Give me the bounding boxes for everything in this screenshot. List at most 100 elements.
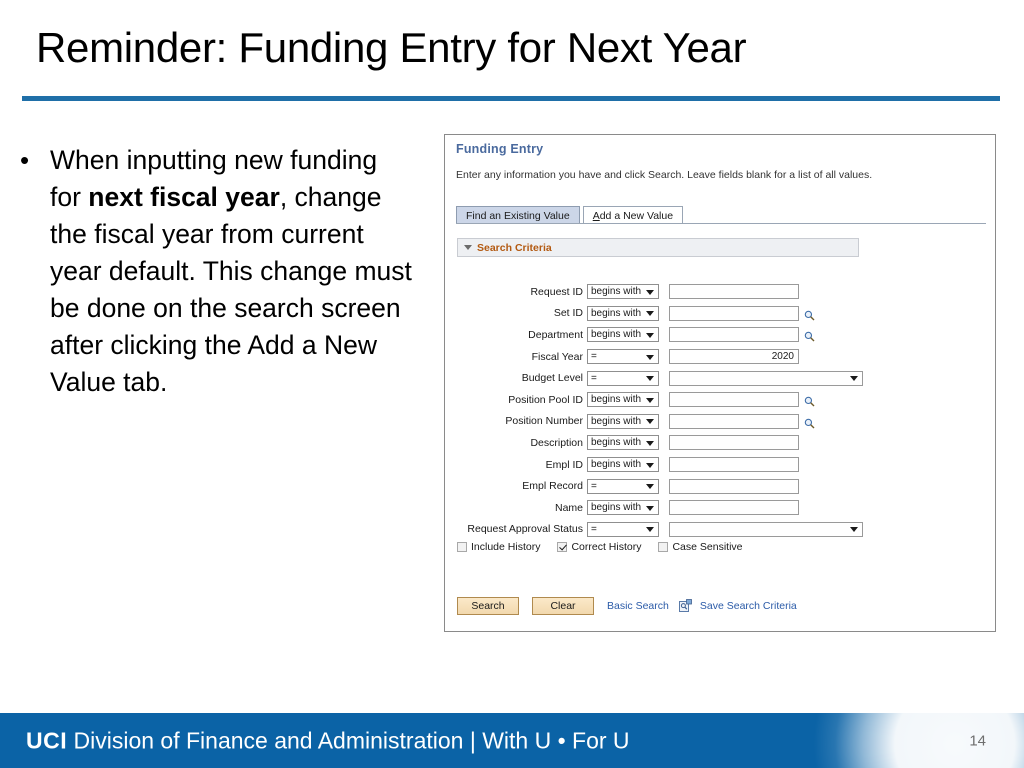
operator-value: =	[591, 351, 597, 363]
operator-select[interactable]: begins with	[587, 457, 659, 473]
clear-button[interactable]: Clear	[532, 597, 594, 615]
operator-value: begins with	[591, 437, 642, 449]
funding-entry-screenshot: Funding Entry Enter any information you …	[444, 134, 996, 632]
field-label: Description	[530, 436, 583, 449]
chevron-down-icon[interactable]	[646, 289, 654, 295]
operator-value: begins with	[591, 502, 642, 514]
footer-tagline: Division of Finance and Administration |…	[73, 727, 630, 753]
save-search-criteria-link[interactable]: Save Search Criteria	[700, 600, 797, 612]
operator-select[interactable]: begins with	[587, 305, 659, 321]
checkbox-label: Case Sensitive	[672, 541, 743, 553]
operator-select[interactable]: =	[587, 478, 659, 494]
field-label: Position Number	[505, 415, 583, 428]
checkbox-include-history[interactable]	[457, 542, 467, 552]
page-title: Reminder: Funding Entry for Next Year	[36, 24, 747, 71]
chevron-down-icon[interactable]	[646, 419, 654, 425]
chevron-down-icon[interactable]	[646, 440, 654, 446]
operator-value: begins with	[591, 307, 642, 319]
checkbox-item[interactable]: Include History	[457, 541, 540, 553]
tab-add-a-new-value[interactable]: Add a New Value	[582, 206, 684, 224]
checkbox-case-sensitive[interactable]	[658, 542, 669, 552]
value-input[interactable]: 2020	[669, 349, 799, 365]
field-label: Name	[554, 501, 583, 514]
field-label: Set ID	[553, 307, 583, 320]
basic-search-link[interactable]: Basic Search	[607, 600, 669, 612]
save-search-icon[interactable]	[678, 599, 693, 613]
value-input[interactable]	[669, 413, 799, 429]
chevron-down-icon[interactable]	[646, 484, 654, 490]
value-input[interactable]	[669, 500, 799, 516]
checkbox-label: Correct History	[571, 541, 642, 553]
tab-bar-underline	[456, 223, 986, 224]
operator-select[interactable]: begins with	[587, 500, 659, 516]
list-item: • When inputting new funding for next fi…	[16, 142, 414, 401]
value-input[interactable]	[669, 392, 799, 408]
operator-select[interactable]: =	[587, 349, 659, 365]
lookup-search-icon[interactable]	[804, 308, 815, 321]
operator-value: =	[591, 372, 597, 384]
search-criteria-header[interactable]: Search Criteria	[457, 238, 859, 257]
value-input[interactable]	[669, 305, 799, 321]
operator-select[interactable]: begins with	[587, 435, 659, 451]
operator-value: begins with	[591, 415, 642, 427]
chevron-down-icon[interactable]	[646, 332, 654, 338]
operator-select[interactable]: begins with	[587, 284, 659, 300]
field-label: Budget Level	[521, 372, 583, 385]
footer-branding: UCI Division of Finance and Administrati…	[26, 727, 630, 754]
value-input[interactable]	[669, 457, 799, 473]
form-row: Empl Record =	[445, 475, 995, 497]
checkbox-item[interactable]: Correct History	[557, 541, 641, 553]
form-row: Request Approval Status =	[445, 519, 995, 541]
field-label: Fiscal Year	[531, 350, 583, 363]
tab-find-an-existing-value[interactable]: Find an Existing Value	[456, 206, 580, 224]
checkbox-correct-history[interactable]	[557, 542, 568, 552]
form-row: Empl ID begins with	[445, 454, 995, 476]
form-row: Name begins with	[445, 497, 995, 519]
collapse-caret-icon[interactable]	[464, 245, 472, 250]
chevron-down-icon[interactable]	[646, 527, 654, 533]
value-input[interactable]	[669, 284, 799, 300]
tab-add-a-new-value-rest: dd a New Value	[599, 210, 674, 222]
bullet-text: When inputting new funding for next fisc…	[50, 142, 414, 401]
bullet-marker-icon: •	[20, 145, 30, 175]
action-button-row: Search Clear Basic Search Save Search Cr…	[457, 597, 807, 615]
lookup-search-icon[interactable]	[804, 394, 815, 407]
chevron-down-icon[interactable]	[646, 462, 654, 468]
operator-value: begins with	[591, 459, 642, 471]
search-button[interactable]: Search	[457, 597, 519, 615]
chevron-down-icon[interactable]	[646, 397, 654, 403]
form-row: Budget Level =	[445, 367, 995, 389]
value-input[interactable]	[669, 478, 799, 494]
tab-accesskey: A	[592, 210, 600, 222]
lookup-search-icon[interactable]	[804, 329, 815, 342]
value-select[interactable]	[669, 521, 863, 537]
search-criteria-label: Search Criteria	[477, 241, 552, 254]
value-select[interactable]	[669, 370, 863, 386]
chevron-down-icon[interactable]	[646, 505, 654, 511]
form-row: Position Number begins with	[445, 411, 995, 433]
field-label: Position Pool ID	[508, 393, 583, 406]
chevron-down-icon[interactable]	[646, 354, 654, 360]
title-divider	[22, 96, 1000, 101]
footer-bar: UCI Division of Finance and Administrati…	[0, 713, 1024, 768]
lookup-search-icon[interactable]	[804, 416, 815, 429]
checkbox-label: Include History	[471, 541, 541, 553]
chevron-down-icon[interactable]	[850, 376, 858, 382]
screenshot-page-title: Funding Entry	[456, 142, 544, 156]
chevron-down-icon[interactable]	[850, 527, 858, 533]
operator-select[interactable]: begins with	[587, 413, 659, 429]
checkbox-item[interactable]: Case Sensitive	[658, 541, 743, 553]
operator-select[interactable]: =	[587, 521, 659, 537]
footer-decorative-glow	[804, 713, 1024, 768]
value-input[interactable]	[669, 435, 799, 451]
field-label: Empl Record	[522, 480, 583, 493]
value-input[interactable]	[669, 327, 799, 343]
chevron-down-icon[interactable]	[646, 311, 654, 317]
form-row: Set ID begins with	[445, 303, 995, 325]
operator-select[interactable]: begins with	[587, 392, 659, 408]
operator-select[interactable]: =	[587, 370, 659, 386]
chevron-down-icon[interactable]	[646, 376, 654, 382]
bullet-list: • When inputting new funding for next fi…	[16, 142, 414, 401]
footer-brand: UCI	[26, 727, 68, 753]
operator-select[interactable]: begins with	[587, 327, 659, 343]
